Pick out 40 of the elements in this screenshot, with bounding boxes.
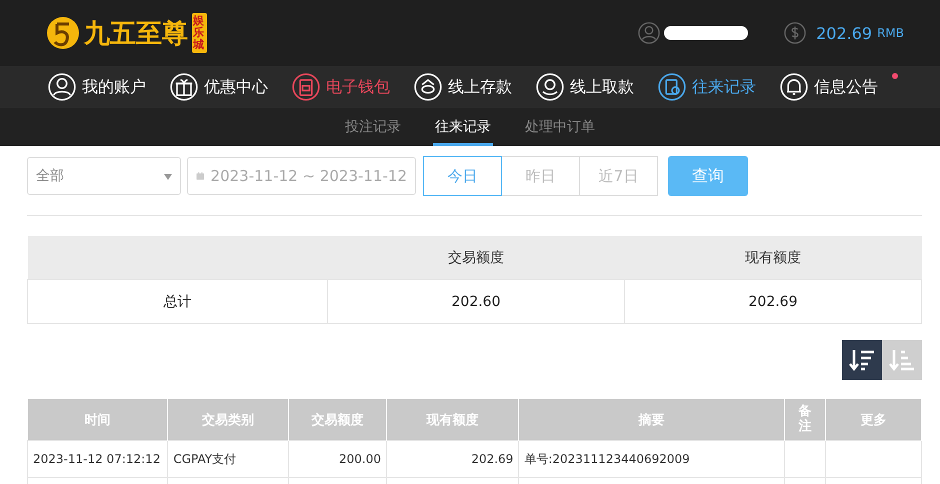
table-cell: 202.69: [386, 440, 519, 478]
dollar-icon: [784, 22, 806, 44]
bell-icon: [780, 73, 808, 101]
logo-badge: 娱乐城: [192, 12, 207, 54]
sort-button[interactable]: [842, 340, 882, 380]
logo-text: 九五至尊: [84, 18, 188, 50]
column-header: 现有额度: [624, 236, 922, 280]
withdraw-icon: [536, 73, 564, 101]
sort-icon: [888, 348, 916, 372]
range-tab[interactable]: 今日: [423, 156, 502, 196]
table-cell: 202.69: [624, 280, 922, 324]
nav-item[interactable]: 电子钱包: [292, 73, 414, 101]
user-icon: [638, 22, 660, 44]
nav-item[interactable]: 往来记录: [658, 73, 780, 101]
table-cell: 200.00: [288, 440, 386, 478]
sub-tab[interactable]: 往来记录: [433, 108, 493, 146]
nav-item[interactable]: 我的账户: [48, 73, 170, 101]
column-header: 交易额度: [328, 236, 624, 280]
currency-label: RMB: [877, 26, 904, 40]
nav-item[interactable]: 信息公告: [780, 73, 902, 101]
sub-tab[interactable]: 处理中订单: [523, 108, 597, 146]
type-dropdown[interactable]: 全部: [27, 157, 181, 195]
date-range-field[interactable]: 2023-11-12 ~ 2023-11-12: [187, 157, 416, 195]
sub-tab[interactable]: 投注记录: [343, 108, 403, 146]
table-cell: CGPAY支付: [168, 440, 288, 478]
deposit-icon: [414, 73, 442, 101]
table-cell: 202.60: [328, 280, 624, 324]
gift-icon: [170, 73, 198, 101]
table-cell: 2023-11-12 07:12:12: [28, 440, 168, 478]
nav-item[interactable]: 线上取款: [536, 73, 658, 101]
logo-icon: [46, 16, 80, 50]
sort-icon: [848, 348, 876, 372]
user-icon: [48, 73, 76, 101]
wallet-icon: [292, 73, 320, 101]
table-cell: 单号:202311123440692009: [518, 440, 785, 478]
nav-item[interactable]: 优惠中心: [170, 73, 292, 101]
nav-item[interactable]: 线上存款: [414, 73, 536, 101]
table-cell: 总计: [28, 280, 328, 324]
balance-amount: 202.69: [816, 24, 872, 42]
record-icon: [658, 73, 686, 101]
